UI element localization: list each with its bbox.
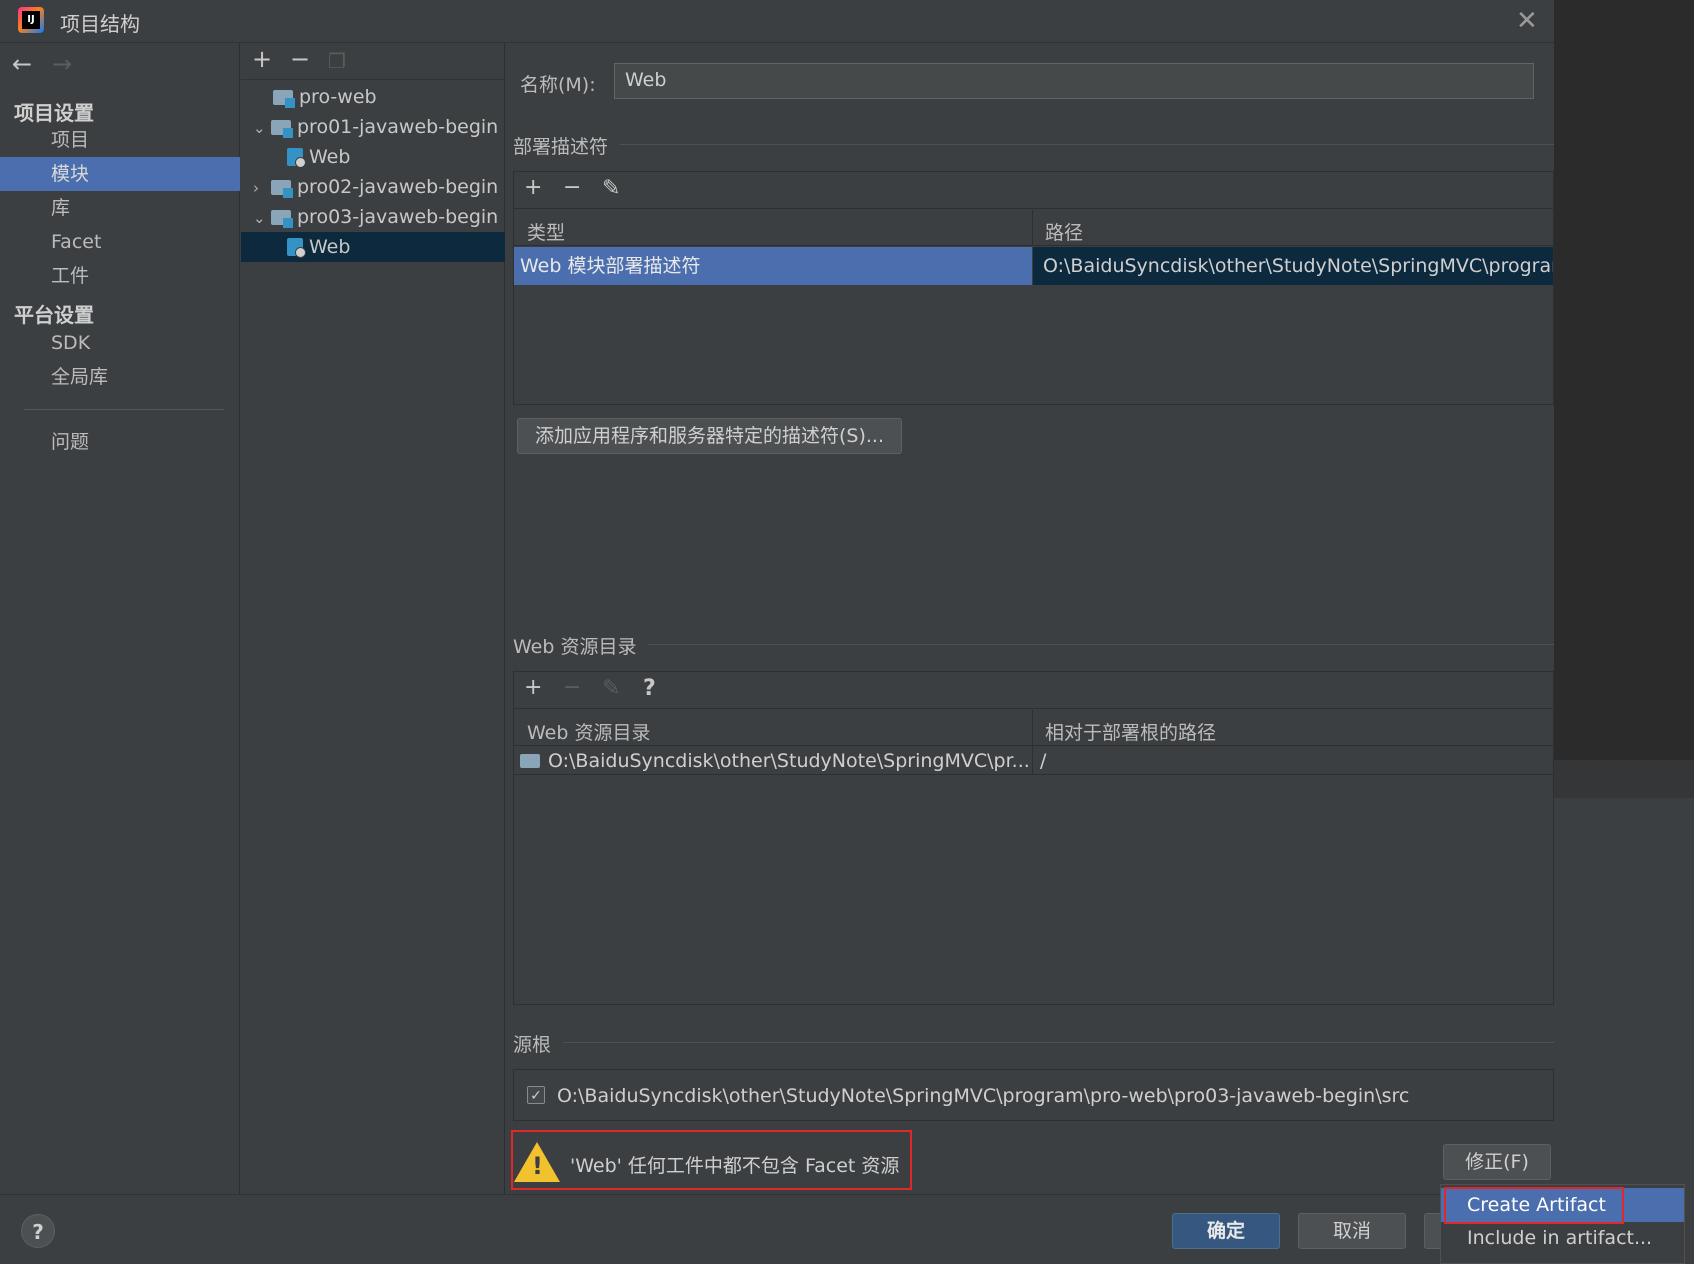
descriptor-row-type[interactable]: Web 模块部署描述符 — [514, 247, 1032, 285]
section-divider — [560, 1042, 1554, 1043]
web-facet-icon — [287, 238, 306, 258]
warning-text: 'Web' 任何工件中都不包含 Facet 资源 — [570, 1155, 900, 1177]
intellij-logo-icon — [18, 7, 44, 33]
copy-icon[interactable]: ❐ — [328, 49, 346, 73]
nav-item-modules[interactable]: 模块 — [0, 157, 240, 191]
chevron-right-icon[interactable]: › — [253, 173, 271, 203]
remove-descriptor-icon[interactable]: − — [563, 175, 581, 200]
close-icon[interactable]: ✕ — [1516, 6, 1538, 36]
tree-item-pro01[interactable]: ⌄ pro01-javaweb-begin — [241, 112, 505, 142]
tree-item-pro02[interactable]: › pro02-javaweb-begin — [241, 172, 505, 202]
module-folder-icon — [273, 90, 295, 108]
section-divider — [620, 144, 1554, 145]
column-web-resource-dir[interactable]: Web 资源目录 — [527, 718, 650, 745]
add-server-descriptor-button[interactable]: 添加应用程序和服务器特定的描述符(S)... — [517, 418, 902, 454]
tree-toolbar — [241, 43, 505, 80]
nav-item-sdk[interactable]: SDK — [0, 326, 240, 360]
warning-exclamation: ! — [532, 1152, 543, 1180]
nav-item-problems[interactable]: 问题 — [0, 425, 240, 459]
column-type[interactable]: 类型 — [527, 218, 565, 245]
descriptors-section-title: 部署描述符 — [513, 132, 621, 159]
module-folder-icon — [271, 180, 293, 198]
web-facet-icon — [287, 148, 306, 168]
edit-pencil-icon[interactable]: ✎ — [602, 676, 620, 701]
create-artifact-highlight — [1444, 1187, 1624, 1224]
column-relative-path[interactable]: 相对于部署根的路径 — [1045, 718, 1216, 745]
web-resources-section-title: Web 资源目录 — [513, 632, 649, 659]
menu-item-include-in-artifact[interactable]: Include in artifact... — [1441, 1221, 1684, 1255]
forward-arrow-icon[interactable]: → — [52, 50, 72, 78]
edit-pencil-icon[interactable]: ✎ — [602, 176, 620, 201]
source-root-checkbox[interactable]: ✓ — [527, 1086, 545, 1104]
remove-resource-icon[interactable]: − — [563, 675, 581, 700]
nav-divider — [24, 409, 224, 410]
nav-item-project[interactable]: 项目 — [0, 123, 240, 157]
add-descriptor-icon[interactable]: + — [524, 175, 542, 200]
tree-item-pro01-web[interactable]: Web — [241, 142, 505, 172]
column-separator — [1032, 710, 1033, 774]
fix-button[interactable]: 修正(F) — [1443, 1144, 1551, 1180]
descriptors-toolbar — [514, 172, 1553, 209]
tree-item-pro03-web[interactable]: Web — [241, 232, 505, 262]
row-divider — [514, 774, 1553, 775]
descriptor-row-path[interactable]: O:\BaiduSyncdisk\other\StudyNote\SpringM… — [1033, 247, 1553, 285]
web-resources-header — [514, 710, 1553, 746]
module-folder-icon — [271, 120, 293, 138]
ok-button[interactable]: 确定 — [1172, 1213, 1280, 1249]
chevron-down-icon[interactable]: ⌄ — [253, 203, 271, 233]
name-input[interactable]: Web — [614, 63, 1534, 99]
cancel-button[interactable]: 取消 — [1298, 1213, 1406, 1249]
source-root-path: O:\BaiduSyncdisk\other\StudyNote\SpringM… — [557, 1085, 1410, 1107]
column-path[interactable]: 路径 — [1045, 218, 1083, 245]
web-resource-row-dir[interactable]: O:\BaiduSyncdisk\other\StudyNote\SpringM… — [520, 746, 1030, 776]
nav-heading-platform-settings: 平台设置 — [14, 303, 94, 327]
window-title: 项目结构 — [60, 12, 140, 36]
web-resource-row-rel[interactable]: / — [1040, 746, 1540, 776]
web-folder-icon — [520, 754, 540, 768]
descriptors-header — [514, 210, 1553, 246]
add-resource-icon[interactable]: + — [524, 675, 542, 700]
nav-item-libraries[interactable]: 库 — [0, 191, 240, 225]
source-roots-section-title: 源根 — [513, 1030, 564, 1057]
tree-item-pro03[interactable]: ⌄ pro03-javaweb-begin — [241, 202, 505, 232]
title-bar — [0, 0, 1554, 43]
add-icon[interactable]: + — [252, 45, 272, 73]
remove-icon[interactable]: − — [290, 45, 310, 73]
help-question-icon[interactable]: ? — [643, 676, 656, 701]
background-strip — [1554, 760, 1694, 798]
web-resources-toolbar — [514, 672, 1553, 709]
module-folder-icon — [271, 210, 293, 228]
chevron-down-icon[interactable]: ⌄ — [253, 113, 271, 143]
nav-item-facet[interactable]: Facet — [0, 225, 240, 259]
column-separator — [1032, 210, 1033, 246]
nav-heading-project-settings: 项目设置 — [14, 101, 94, 125]
help-button[interactable]: ? — [21, 1214, 55, 1248]
name-label: 名称(M): — [520, 74, 596, 96]
nav-item-artifacts[interactable]: 工件 — [0, 259, 240, 293]
section-divider — [640, 644, 1554, 645]
tree-item-pro-web[interactable]: pro-web — [241, 82, 505, 112]
nav-item-global-libraries[interactable]: 全局库 — [0, 360, 240, 394]
back-arrow-icon[interactable]: ← — [12, 50, 32, 78]
